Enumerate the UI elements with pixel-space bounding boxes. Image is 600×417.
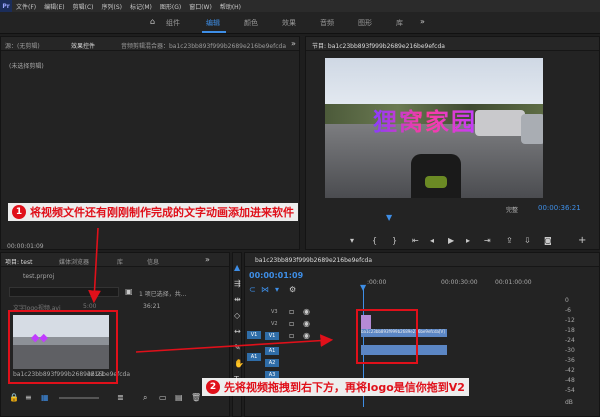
arrow-step1 (88, 227, 101, 304)
annotation-step2-text: 先将视频拖拽到右下方，再将logo是信你拖到V2 (224, 381, 465, 394)
annotation-step1: 1 将视频文件还有刚刚制作完成的文字动画添加进来软件 (8, 203, 298, 221)
step2-badge: 2 (206, 380, 220, 394)
step1-badge: 1 (12, 205, 26, 219)
annotation-step2: 2 先将视频拖拽到右下方，再将logo是信你拖到V2 (202, 378, 469, 396)
annotation-step1-text: 将视频文件还有刚刚制作完成的文字动画添加进来软件 (30, 206, 294, 219)
arrow-step2 (135, 334, 334, 353)
